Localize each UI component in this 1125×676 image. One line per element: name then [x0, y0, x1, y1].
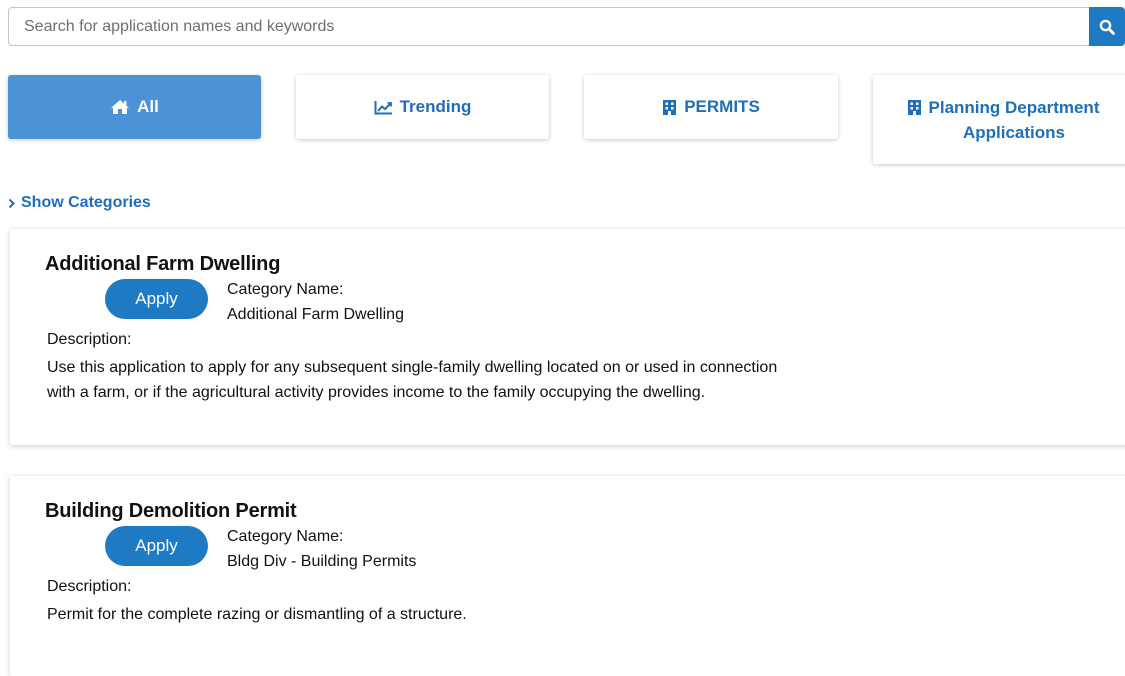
description-text: Permit for the complete razing or disman… [47, 606, 467, 623]
chevron-right-icon [8, 198, 16, 209]
tab-label: Trending [399, 97, 472, 116]
tab-label-line2: Applications [962, 122, 1065, 142]
show-categories-label: Show Categories [21, 194, 151, 211]
category-value: Additional Farm Dwelling [227, 306, 404, 323]
application-card: Building Demolition Permit Apply Categor… [10, 476, 1125, 676]
category-label: Category Name: [227, 528, 344, 545]
search-icon [1099, 19, 1115, 35]
search-input[interactable] [8, 7, 1089, 46]
search-bar [8, 7, 1125, 46]
show-categories-link[interactable]: Show Categories [8, 194, 151, 212]
apply-button[interactable]: Apply [105, 526, 208, 566]
tab-permits[interactable]: PERMITS [584, 75, 838, 139]
tab-label: Planning Department Applications [929, 95, 1100, 145]
tab-label-line1: Planning Department [928, 97, 1100, 117]
application-title: Building Demolition Permit [45, 500, 297, 522]
building-icon [907, 99, 922, 116]
tab-label: PERMITS [684, 97, 760, 116]
application-title: Additional Farm Dwelling [45, 253, 281, 275]
line-chart-icon [374, 100, 393, 115]
description-text: Use this application to apply for any su… [47, 359, 778, 401]
search-button[interactable] [1089, 7, 1125, 46]
building-icon [662, 99, 677, 116]
tab-all[interactable]: All [8, 75, 261, 139]
description-label: Description: [47, 331, 132, 348]
tab-label: All [137, 97, 159, 116]
apply-button[interactable]: Apply [105, 279, 208, 319]
description-label: Description: [47, 578, 132, 595]
category-label: Category Name: [227, 281, 344, 298]
home-icon [110, 99, 130, 115]
category-value: Bldg Div - Building Permits [227, 553, 417, 570]
tab-trending[interactable]: Trending [296, 75, 549, 139]
application-card: Additional Farm Dwelling Apply Category … [10, 229, 1125, 445]
tab-planning-department-applications[interactable]: Planning Department Applications [873, 75, 1125, 164]
